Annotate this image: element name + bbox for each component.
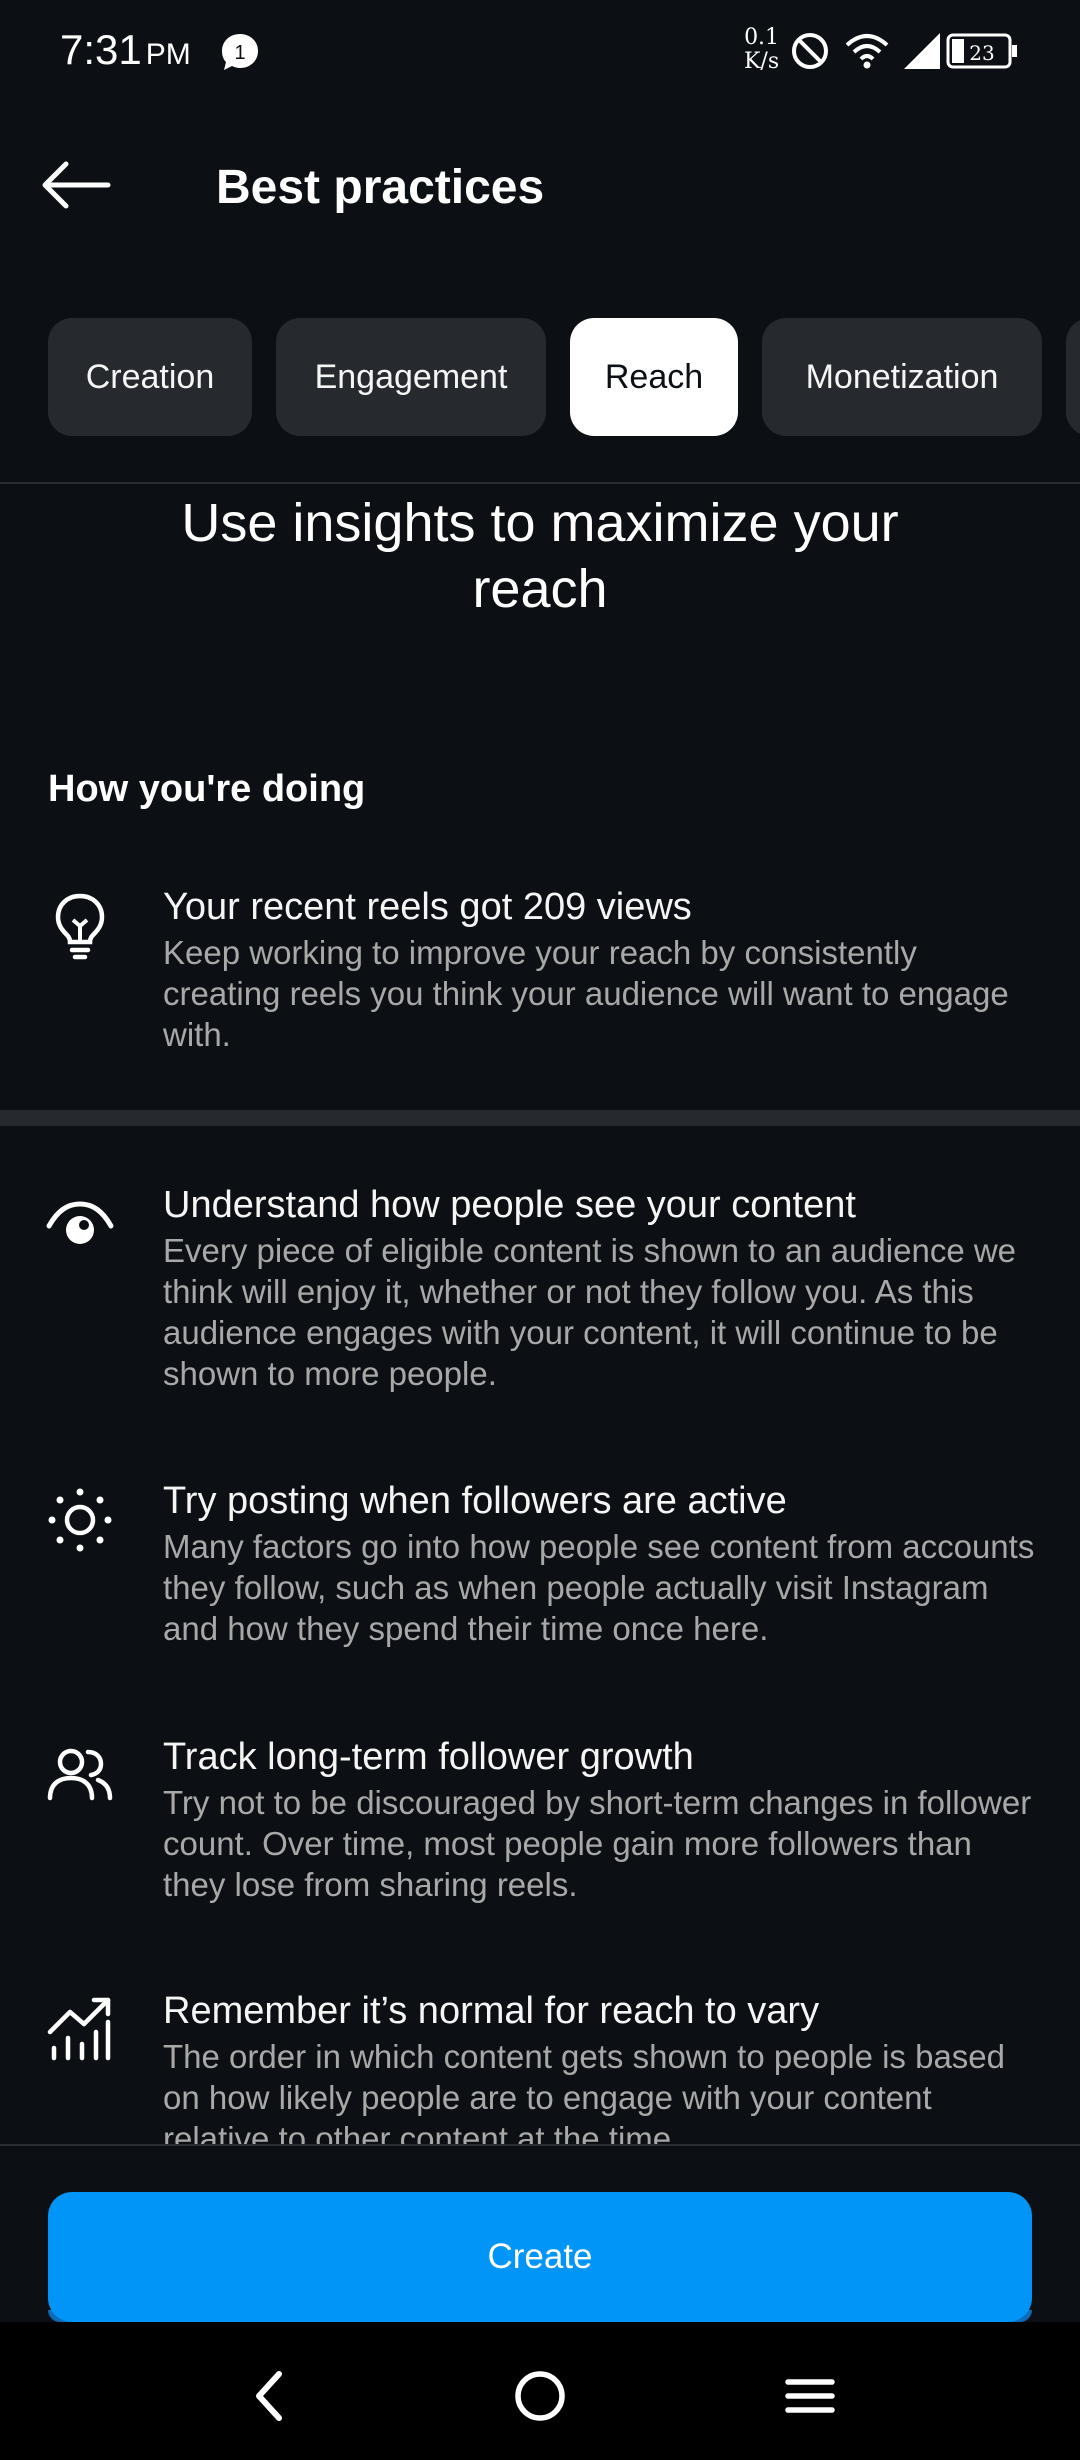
network-speed-value: 0.1 — [744, 25, 780, 50]
how-doing-description: Keep working to improve your reach by co… — [163, 934, 1009, 1053]
category-tabs: Creation Engagement Reach Monetization — [48, 318, 1042, 436]
lightbulb-icon — [44, 890, 116, 962]
tips-list[interactable]: Understand how people see your content E… — [0, 1126, 1080, 2144]
battery-level: 23 — [969, 41, 994, 65]
tip-description: The order in which content gets shown to… — [163, 2038, 1006, 2144]
tip-title: Track long-term follower growth — [163, 1736, 694, 1778]
chevron-left-icon — [256, 2371, 282, 2421]
status-time-ampm: PM — [145, 38, 191, 71]
page-title: Best practices — [216, 161, 545, 214]
status-time: 7:31 PM — [60, 26, 191, 74]
do-not-disturb-icon — [790, 31, 830, 76]
header: Best practices — [0, 130, 1080, 240]
menu-icon — [785, 2379, 835, 2413]
status-bar: 7:31 PM 1 0.1 K/s 23 — [0, 0, 1080, 110]
notification-count: 1 — [234, 42, 245, 64]
sun-icon — [44, 1484, 116, 1556]
tip-description: Every piece of eligible content is shown… — [163, 1232, 1017, 1392]
trending-chart-icon — [44, 1992, 116, 2064]
eye-icon — [44, 1192, 116, 1264]
tab-creation[interactable]: Creation — [48, 318, 252, 436]
tip-item-reach-vary: Remember it’s normal for reach to vary T… — [0, 1988, 1080, 2144]
tab-engagement[interactable]: Engagement — [276, 318, 546, 436]
page-headline: Use insights to maximize your reach — [181, 493, 899, 619]
tip-item-posting: Try posting when followers are active Ma… — [0, 1478, 1080, 1658]
how-doing-heading: How you're doing — [48, 768, 366, 810]
arrow-left-icon — [42, 161, 111, 209]
chat-notification-icon: 1 — [220, 32, 260, 72]
battery-icon: 23 — [946, 32, 1020, 77]
tip-description: Many factors go into how people see cont… — [163, 1528, 1035, 1647]
create-button[interactable]: Create — [48, 2192, 1032, 2322]
tip-description: Try not to be discouraged by short-term … — [163, 1784, 1032, 1903]
bottom-divider — [0, 2144, 1080, 2146]
tip-item-follower-growth: Track long-term follower growth Try not … — [0, 1734, 1080, 1914]
nav-back-button[interactable] — [230, 2356, 310, 2436]
network-speed-unit: K/s — [744, 49, 780, 74]
tab-next-partial[interactable] — [1066, 318, 1080, 436]
tab-reach[interactable]: Reach — [570, 318, 738, 436]
tabs-divider — [0, 482, 1080, 484]
tip-item-understand: Understand how people see your content E… — [0, 1182, 1080, 1402]
people-icon — [44, 1738, 116, 1810]
wifi-icon — [845, 31, 889, 76]
section-divider — [0, 1110, 1080, 1126]
tab-monetization[interactable]: Monetization — [762, 318, 1042, 436]
tip-title: Remember it’s normal for reach to vary — [163, 1990, 820, 2032]
tip-title: Understand how people see your content — [163, 1184, 856, 1226]
network-speed: 0.1 K/s — [744, 26, 779, 74]
status-time-value: 7:31 — [60, 26, 142, 73]
nav-home-button[interactable] — [500, 2356, 580, 2436]
home-circle-icon — [515, 2371, 565, 2421]
back-button[interactable] — [40, 150, 130, 220]
nav-menu-button[interactable] — [770, 2356, 850, 2436]
how-doing-item: Your recent reels got 209 views Keep wor… — [0, 884, 1080, 1064]
signal-icon — [902, 31, 942, 76]
tip-title: Try posting when followers are active — [163, 1480, 787, 1522]
how-doing-title: Your recent reels got 209 views — [163, 886, 692, 928]
system-navigation-bar — [0, 2322, 1080, 2460]
